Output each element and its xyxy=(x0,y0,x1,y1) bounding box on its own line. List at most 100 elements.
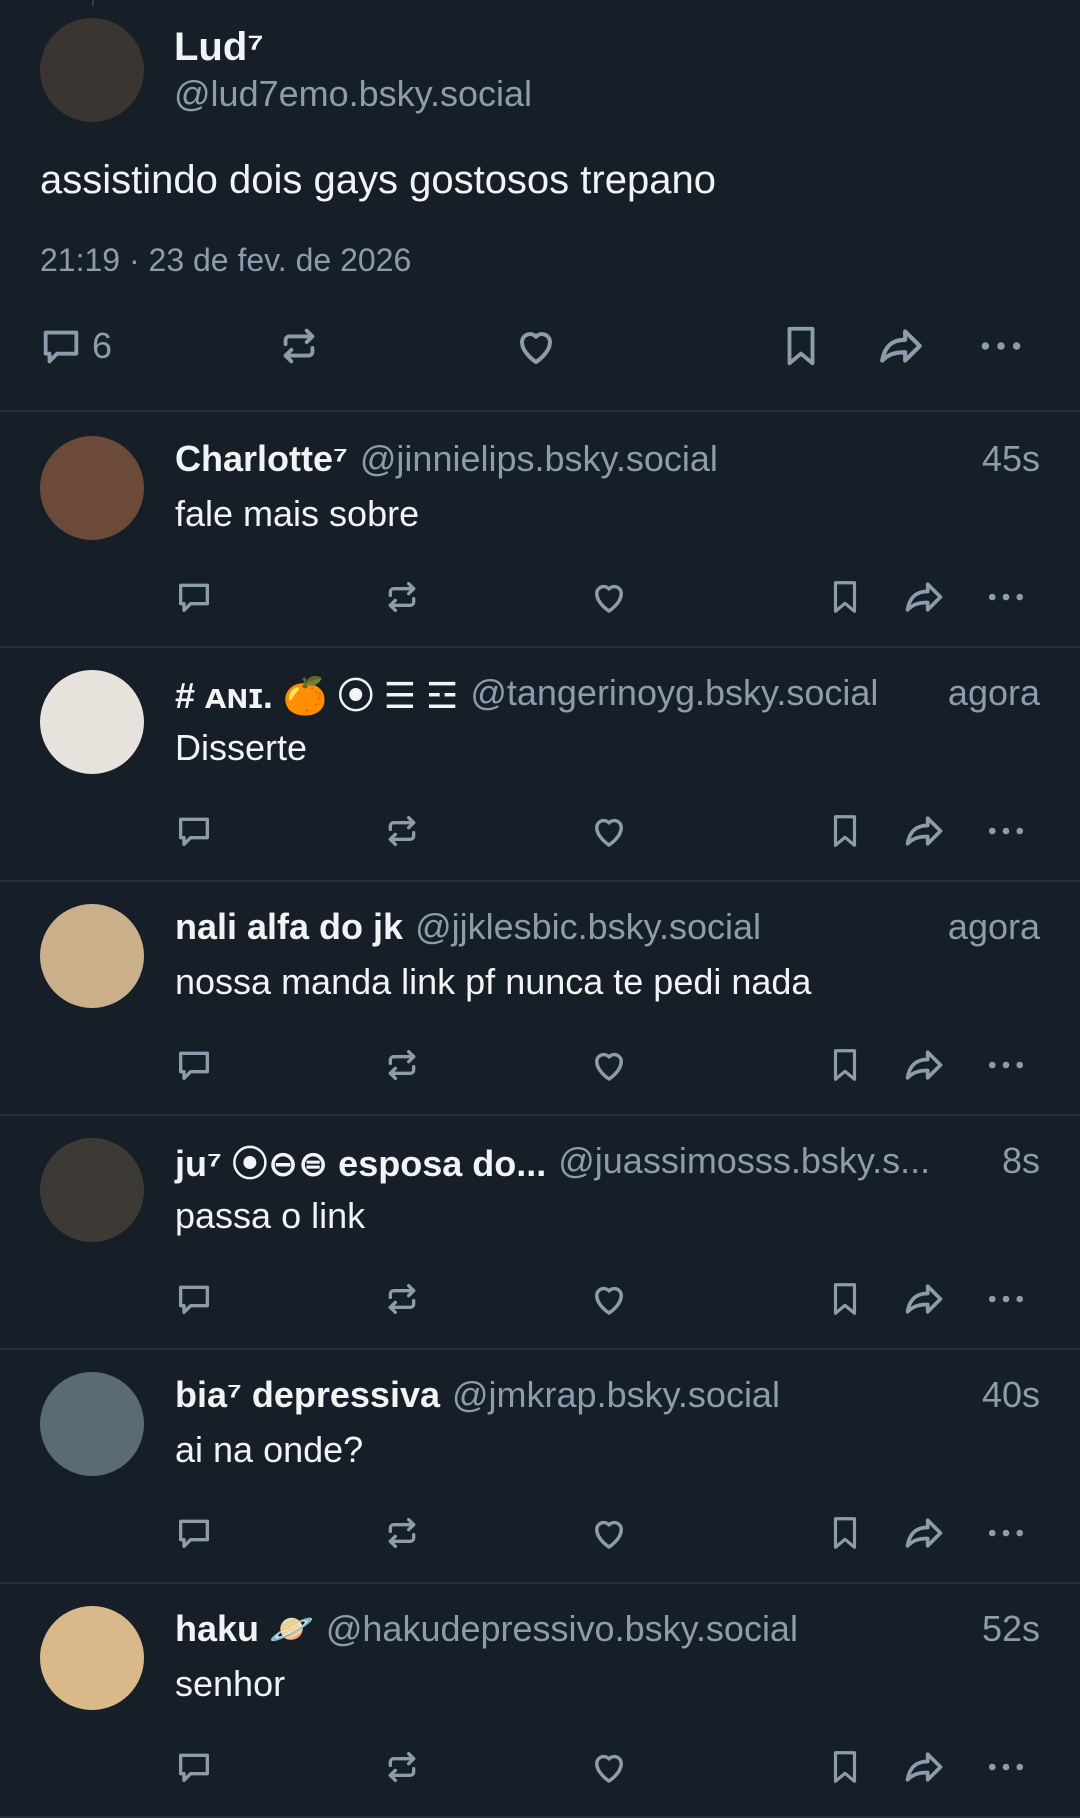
reply-button[interactable] xyxy=(174,1508,214,1558)
author-display-name[interactable]: haku 🪐 xyxy=(175,1608,314,1650)
repost-button[interactable] xyxy=(382,1742,422,1792)
like-button[interactable] xyxy=(588,1508,630,1558)
author-handle[interactable]: @jinnielips.bsky.social xyxy=(360,438,970,480)
main-post: Lud⁷ @lud7emo.bsky.social assistindo doi… xyxy=(0,0,1080,412)
bookmark-icon xyxy=(833,1751,857,1783)
share-button[interactable] xyxy=(902,1508,946,1558)
like-icon xyxy=(595,1286,623,1315)
more-icon xyxy=(981,342,1021,350)
author-handle[interactable]: @tangerinoyg.bsky.social xyxy=(470,672,936,714)
reply-text: passa o link xyxy=(175,1195,366,1236)
like-button[interactable] xyxy=(588,1040,630,1090)
post-text: assistindo dois gays gostosos trepano xyxy=(40,158,716,202)
more-button[interactable] xyxy=(984,1040,1028,1090)
avatar[interactable] xyxy=(40,670,144,774)
reply-post[interactable]: Charlotte⁷ @jinnielips.bsky.social 45s fale… xyxy=(0,412,1080,648)
bookmark-button[interactable] xyxy=(826,1040,864,1090)
reply-text: nossa manda link pf nunca te pedi nada xyxy=(175,961,812,1002)
avatar[interactable] xyxy=(40,436,144,540)
share-icon xyxy=(905,1752,943,1782)
like-button[interactable] xyxy=(588,1742,630,1792)
reply-button[interactable] xyxy=(174,1040,214,1090)
share-button[interactable] xyxy=(902,572,946,622)
bookmark-icon xyxy=(833,1283,857,1315)
repost-button[interactable] xyxy=(382,572,422,622)
author-handle[interactable]: @jjklesbic.bsky.social xyxy=(415,906,936,948)
reply-button[interactable]: 6 xyxy=(38,316,112,376)
avatar[interactable] xyxy=(40,1372,144,1476)
avatar[interactable] xyxy=(40,1606,144,1710)
share-button[interactable] xyxy=(902,1274,946,1324)
main-post-header: Lud⁷ @lud7emo.bsky.social xyxy=(40,18,532,122)
author-handle[interactable]: @juassimosss.bsky.s... xyxy=(558,1140,990,1182)
reply-icon xyxy=(179,1753,209,1782)
reply-count: 6 xyxy=(92,325,113,366)
reply-header: # ᴀɴɪ. 🍊 ⦿ ☰ ☲ @tangerinoyg.bsky.social ag… xyxy=(175,668,1040,718)
repost-button[interactable] xyxy=(382,1508,422,1558)
author-display-name[interactable]: ju⁷ ⦿⊖⊜ esposa do... xyxy=(175,1135,546,1187)
repost-button[interactable] xyxy=(382,1040,422,1090)
reply-actions xyxy=(0,1508,1080,1558)
repost-icon xyxy=(388,816,416,846)
author-handle[interactable]: @lud7emo.bsky.social xyxy=(174,71,532,117)
bookmark-button[interactable] xyxy=(826,1508,864,1558)
like-button[interactable] xyxy=(588,1274,630,1324)
share-button[interactable] xyxy=(902,806,946,856)
bookmark-button[interactable] xyxy=(826,572,864,622)
reply-post[interactable]: ju⁷ ⦿⊖⊜ esposa do... @juassimosss.bsky.s.… xyxy=(0,1114,1080,1350)
author-display-name[interactable]: bia⁷ depressiva xyxy=(175,1374,440,1416)
share-icon xyxy=(905,1284,943,1314)
author-handle[interactable]: @hakudepressivo.bsky.social xyxy=(326,1608,970,1650)
more-button[interactable] xyxy=(984,806,1028,856)
bookmark-icon xyxy=(787,326,815,366)
author-display-name[interactable]: Charlotte⁷ xyxy=(175,438,348,480)
bookmark-button[interactable] xyxy=(826,806,864,856)
author-names: Lud⁷ @lud7emo.bsky.social xyxy=(174,23,532,117)
reply-icon xyxy=(179,583,209,612)
reply-icon xyxy=(43,330,79,364)
share-icon xyxy=(905,1518,943,1548)
reply-button[interactable] xyxy=(174,1274,214,1324)
reply-icon xyxy=(179,817,209,846)
reply-post[interactable]: # ᴀɴɪ. 🍊 ⦿ ☰ ☲ @tangerinoyg.bsky.social ag… xyxy=(0,646,1080,882)
reply-actions xyxy=(0,1742,1080,1792)
share-button[interactable] xyxy=(876,316,926,376)
more-button[interactable] xyxy=(984,1508,1028,1558)
reply-post[interactable]: haku 🪐 @hakudepressivo.bsky.social 52s senh… xyxy=(0,1582,1080,1818)
avatar[interactable] xyxy=(40,904,144,1008)
bookmark-icon xyxy=(833,1517,857,1549)
avatar[interactable] xyxy=(40,18,144,122)
more-button[interactable] xyxy=(976,316,1026,376)
more-button[interactable] xyxy=(984,572,1028,622)
repost-icon xyxy=(388,1050,416,1080)
bookmark-button[interactable] xyxy=(826,1274,864,1324)
like-button[interactable] xyxy=(588,806,630,856)
share-icon xyxy=(905,816,943,846)
reply-header: haku 🪐 @hakudepressivo.bsky.social 52s xyxy=(175,1604,1040,1654)
avatar[interactable] xyxy=(40,1138,144,1242)
post-time: 8s xyxy=(1001,1140,1040,1181)
reply-button[interactable] xyxy=(174,572,214,622)
bookmark-button[interactable] xyxy=(826,1742,864,1792)
reply-button[interactable] xyxy=(174,806,214,856)
repost-button[interactable] xyxy=(382,806,422,856)
post-timestamp: 21:19 · 23 de fev. de 2026 xyxy=(40,242,412,278)
author-display-name[interactable]: # ᴀɴɪ. 🍊 ⦿ ☰ ☲ xyxy=(175,667,458,719)
bookmark-button[interactable] xyxy=(778,316,824,376)
more-button[interactable] xyxy=(984,1274,1028,1324)
repost-icon xyxy=(388,1752,416,1782)
like-button[interactable] xyxy=(588,572,630,622)
reply-button[interactable] xyxy=(174,1742,214,1792)
author-display-name[interactable]: Lud⁷ xyxy=(174,23,532,71)
repost-button[interactable] xyxy=(276,316,322,376)
more-icon xyxy=(988,1295,1024,1303)
like-button[interactable] xyxy=(512,316,560,376)
author-display-name[interactable]: nali alfa do jk xyxy=(175,906,403,948)
reply-post[interactable]: nali alfa do jk @jjklesbic.bsky.social ago… xyxy=(0,880,1080,1116)
reply-post[interactable]: bia⁷ depressiva @jmkrap.bsky.social 40s ai … xyxy=(0,1348,1080,1584)
share-button[interactable] xyxy=(902,1742,946,1792)
share-button[interactable] xyxy=(902,1040,946,1090)
author-handle[interactable]: @jmkrap.bsky.social xyxy=(452,1374,970,1416)
repost-button[interactable] xyxy=(382,1274,422,1324)
more-button[interactable] xyxy=(984,1742,1028,1792)
